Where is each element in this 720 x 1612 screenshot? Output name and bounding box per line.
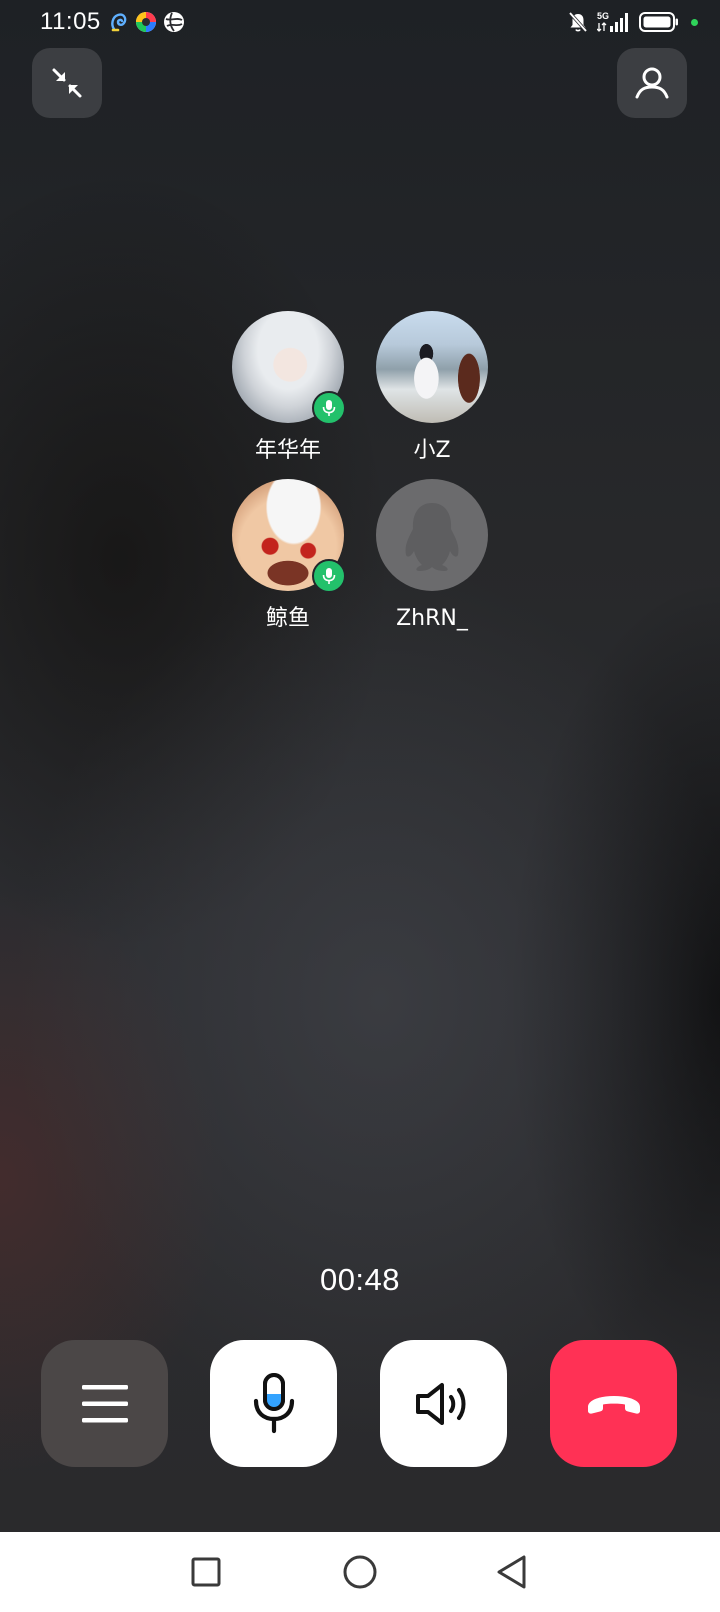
minimize-call-button[interactable] <box>32 48 102 118</box>
speaking-indicator <box>312 391 346 425</box>
hamburger-menu-icon <box>81 1384 128 1422</box>
status-time: 11:05 <box>40 8 101 35</box>
participant-tile[interactable]: 年华年 <box>232 311 346 465</box>
participant-name: 年华年 <box>254 438 321 463</box>
globe-app-icon <box>164 12 184 32</box>
call-controls <box>41 1340 677 1467</box>
microphone-toggle-button[interactable] <box>210 1340 337 1467</box>
call-duration: 00:48 <box>319 1262 401 1297</box>
bell-muted-icon <box>568 11 588 33</box>
svg-text:5G: 5G <box>597 11 609 21</box>
participant-name: 鲸鱼 <box>265 606 310 631</box>
participant-tile[interactable]: ZhRN_ <box>376 479 488 633</box>
speaking-indicator <box>312 559 346 593</box>
privacy-indicator-dot <box>691 18 698 26</box>
call-background <box>0 0 720 1532</box>
system-navigation-bar <box>0 1532 720 1612</box>
participant-grid: 年华年 小Z 鲸鱼 ZhRN_ <box>232 311 488 633</box>
add-member-button[interactable] <box>617 48 687 118</box>
default-penguin-avatar-icon <box>405 503 459 571</box>
person-icon <box>635 67 669 99</box>
more-options-button[interactable] <box>41 1340 168 1467</box>
speaker-icon <box>415 1382 465 1425</box>
participant-tile[interactable]: 鲸鱼 <box>232 479 346 633</box>
triangle-back-icon <box>497 1555 526 1589</box>
colorful-app-icon <box>136 12 156 32</box>
status-bar: 11:05 5G <box>0 0 720 48</box>
circle-home-icon <box>343 1555 377 1589</box>
hang-up-button[interactable] <box>550 1340 677 1467</box>
assistant-app-icon <box>111 13 127 32</box>
participant-name: 小Z <box>413 438 451 463</box>
minimize-arrows-icon <box>52 68 82 98</box>
participant-name: ZhRN_ <box>396 606 468 631</box>
microphone-icon <box>322 400 336 416</box>
home-button[interactable] <box>336 1548 384 1596</box>
hang-up-phone-icon <box>587 1395 640 1414</box>
battery-icon <box>639 12 678 32</box>
microphone-icon <box>253 1372 294 1433</box>
avatar <box>376 311 488 423</box>
participant-tile[interactable]: 小Z <box>376 311 488 465</box>
notification-icons <box>109 11 185 33</box>
signal-5g-icon: 5G <box>597 11 628 32</box>
speaker-toggle-button[interactable] <box>380 1340 507 1467</box>
system-status-icons: 5G <box>567 10 698 34</box>
microphone-icon <box>322 568 336 584</box>
square-recents-icon <box>191 1557 221 1587</box>
recent-apps-button[interactable] <box>182 1548 230 1596</box>
back-button[interactable] <box>488 1548 536 1596</box>
avatar <box>376 479 488 591</box>
